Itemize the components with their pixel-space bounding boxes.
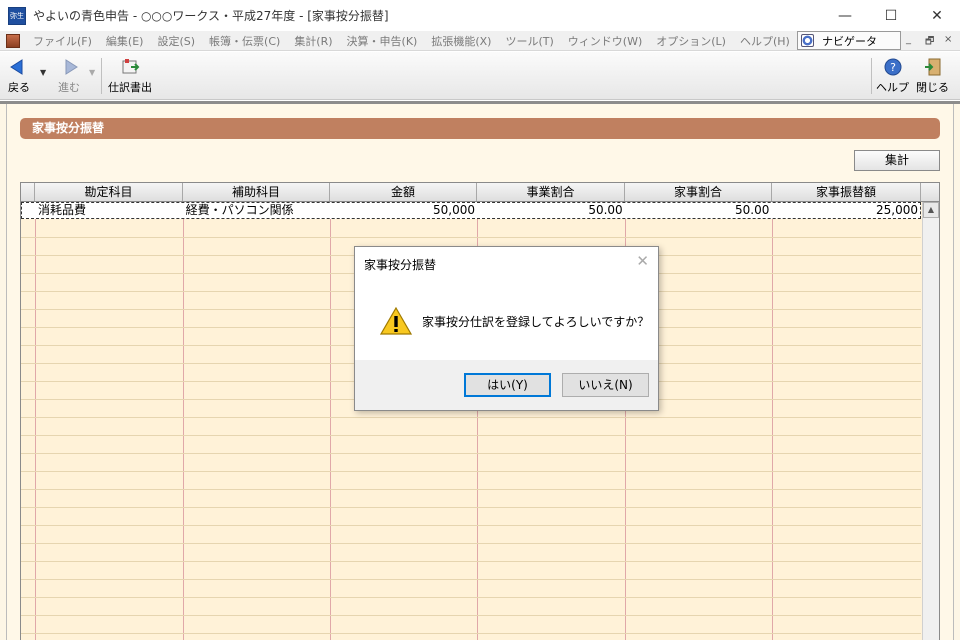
empty-table-row[interactable] bbox=[21, 580, 921, 598]
menu-bar: ファイル(F) 編集(E) 設定(S) 帳簿・伝票(C) 集計(R) 決算・申告… bbox=[0, 31, 960, 51]
vertical-scrollbar[interactable]: ▲ bbox=[922, 202, 939, 640]
forward-dropdown-icon[interactable]: ▼ bbox=[89, 68, 95, 77]
close-label: 閉じる bbox=[916, 81, 949, 94]
scroll-up-icon[interactable]: ▲ bbox=[923, 202, 939, 218]
empty-table-row[interactable] bbox=[21, 454, 921, 472]
cell-household-ratio[interactable]: 50.00 bbox=[625, 203, 772, 218]
minimize-icon: — bbox=[838, 7, 852, 24]
menu-options[interactable]: オプション(L) bbox=[649, 33, 733, 49]
forward-button[interactable]: 進む bbox=[58, 58, 80, 95]
app-logo-icon: 弥生 bbox=[8, 6, 26, 25]
confirm-dialog: 家事按分振替 ✕ 家事按分仕訳を登録してよろしいですか？ はい(Y) いいえ(N… bbox=[354, 246, 659, 411]
col-header-sub-account[interactable]: 補助科目 bbox=[183, 183, 330, 201]
journal-export-label: 仕訳書出 bbox=[108, 81, 152, 94]
row-header-corner bbox=[21, 183, 35, 201]
empty-table-row[interactable] bbox=[21, 472, 921, 490]
menu-edit[interactable]: 編集(E) bbox=[99, 33, 151, 49]
toolbar-separator bbox=[101, 58, 102, 94]
yes-button[interactable]: はい(Y) bbox=[464, 373, 551, 397]
mdi-close-button[interactable]: × bbox=[944, 34, 952, 45]
cell-sub-account[interactable]: 経費・パソコン関係 bbox=[184, 203, 331, 218]
empty-table-row[interactable] bbox=[21, 436, 921, 454]
empty-table-row[interactable] bbox=[21, 508, 921, 526]
back-button[interactable]: 戻る bbox=[8, 58, 30, 95]
toolbar-separator-right bbox=[871, 58, 872, 94]
empty-table-row[interactable] bbox=[21, 418, 921, 436]
col-header-transfer-amount[interactable]: 家事振替額 bbox=[772, 183, 921, 201]
navigator-icon bbox=[801, 34, 814, 47]
mdi-minimize-button[interactable]: _ bbox=[906, 34, 911, 45]
cell-amount[interactable]: 50,000 bbox=[330, 203, 477, 218]
menu-extensions[interactable]: 拡張機能(X) bbox=[424, 33, 498, 49]
col-header-account[interactable]: 勘定科目 bbox=[35, 183, 183, 201]
journal-export-button[interactable]: 仕訳書出 bbox=[108, 58, 152, 95]
close-screen-button[interactable]: 閉じる bbox=[916, 58, 949, 95]
menu-ledger[interactable]: 帳簿・伝票(C) bbox=[202, 33, 287, 49]
app-logo-text: 弥生 bbox=[10, 11, 24, 20]
mdi-restore-button[interactable]: 🗗 bbox=[925, 34, 934, 51]
grid-header: 勘定科目 補助科目 金額 事業割合 家事割合 家事振替額 bbox=[21, 183, 939, 202]
forward-label: 進む bbox=[58, 81, 80, 94]
warning-icon bbox=[379, 306, 413, 338]
dialog-footer: はい(Y) いいえ(N) bbox=[355, 360, 658, 410]
navigator-button[interactable]: ナビゲータ bbox=[797, 31, 901, 50]
menu-tools[interactable]: ツール(T) bbox=[498, 33, 560, 49]
empty-table-row[interactable] bbox=[21, 220, 921, 238]
cell-business-ratio[interactable]: 50.00 bbox=[477, 203, 625, 218]
help-button[interactable]: ? ヘルプ bbox=[876, 58, 909, 95]
menu-aggregate[interactable]: 集計(R) bbox=[287, 33, 339, 49]
close-icon: ✕ bbox=[931, 7, 943, 24]
row-indicator bbox=[22, 203, 36, 218]
minimize-button[interactable]: — bbox=[822, 0, 868, 31]
section-title: 家事按分振替 bbox=[20, 118, 940, 139]
header-scroll-corner bbox=[921, 183, 939, 201]
dialog-close-icon[interactable]: ✕ bbox=[636, 252, 649, 270]
navigator-label: ナビゲータ bbox=[822, 34, 877, 48]
help-icon: ? bbox=[884, 58, 902, 76]
cell-transfer-amount[interactable]: 25,000 bbox=[771, 203, 920, 218]
table-row[interactable]: 消耗品費 経費・パソコン関係 50,000 50.00 50.00 25,000 bbox=[21, 202, 921, 219]
document-menu-icon[interactable] bbox=[6, 33, 20, 48]
back-dropdown-icon[interactable]: ▼ bbox=[40, 68, 46, 77]
aggregate-button[interactable]: 集計 bbox=[854, 150, 940, 171]
close-window-button[interactable]: ✕ bbox=[914, 0, 960, 31]
cell-account[interactable]: 消耗品費 bbox=[36, 203, 184, 218]
maximize-button[interactable]: ☐ bbox=[868, 0, 914, 31]
exit-door-icon bbox=[923, 58, 943, 76]
toolbar: 戻る ▼ 進む ▼ 仕訳書出 ? ヘルプ 閉じる bbox=[0, 52, 960, 100]
window-title: やよいの青色申告 - ○○○ワークス・平成27年度 - [家事按分振替] bbox=[33, 9, 389, 23]
empty-table-row[interactable] bbox=[21, 490, 921, 508]
col-header-business-ratio[interactable]: 事業割合 bbox=[477, 183, 625, 201]
menu-help[interactable]: ヘルプ(H) bbox=[733, 33, 797, 49]
no-button[interactable]: いいえ(N) bbox=[562, 373, 649, 397]
maximize-icon: ☐ bbox=[884, 7, 898, 24]
back-arrow-icon bbox=[9, 58, 29, 76]
col-header-household-ratio[interactable]: 家事割合 bbox=[625, 183, 772, 201]
help-label: ヘルプ bbox=[876, 81, 909, 94]
col-header-amount[interactable]: 金額 bbox=[330, 183, 477, 201]
empty-table-row[interactable] bbox=[21, 562, 921, 580]
dialog-title: 家事按分振替 bbox=[364, 258, 437, 272]
empty-table-row[interactable] bbox=[21, 598, 921, 616]
empty-table-row[interactable] bbox=[21, 616, 921, 634]
title-bar: 弥生 やよいの青色申告 - ○○○ワークス・平成27年度 - [家事按分振替] … bbox=[0, 0, 960, 31]
menu-closing[interactable]: 決算・申告(K) bbox=[340, 33, 425, 49]
empty-table-row[interactable] bbox=[21, 526, 921, 544]
menu-settings[interactable]: 設定(S) bbox=[150, 33, 202, 49]
empty-table-row[interactable] bbox=[21, 544, 921, 562]
svg-text:?: ? bbox=[890, 61, 896, 74]
dialog-message: 家事按分仕訳を登録してよろしいですか？ bbox=[422, 315, 650, 329]
menu-window[interactable]: ウィンドウ(W) bbox=[561, 33, 649, 49]
back-label: 戻る bbox=[8, 81, 30, 94]
journal-export-icon bbox=[120, 58, 140, 76]
menu-file[interactable]: ファイル(F) bbox=[26, 33, 99, 49]
forward-arrow-icon bbox=[59, 58, 79, 76]
